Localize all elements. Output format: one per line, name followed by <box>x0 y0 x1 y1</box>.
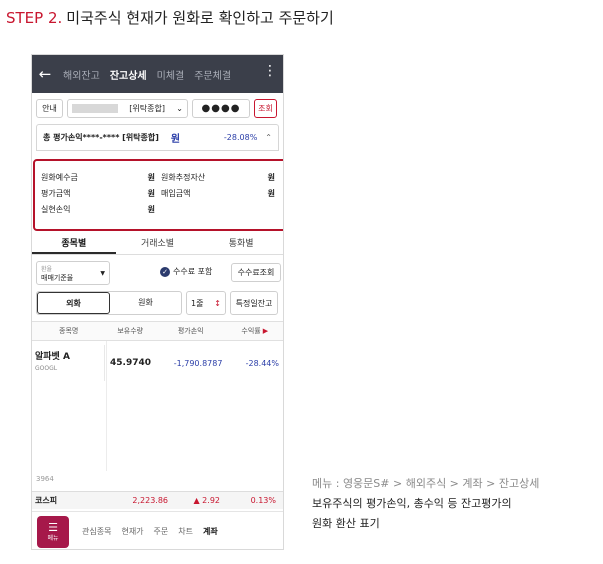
detail-row: 원화예수금 원 원화추정자산 원 <box>41 169 281 185</box>
hamburger-icon: ☰ <box>48 520 58 534</box>
tab-order-fills[interactable]: 주문체결 <box>189 67 236 82</box>
krw-option[interactable]: 원화 <box>110 292 181 314</box>
detail-unit: 원 <box>147 188 155 198</box>
phone-screenshot: ← 해외잔고 잔고상세 미체결 주문체결 ⋮ 안내 [위탁종합] ⌄ ●●●● … <box>31 54 284 550</box>
detail-label: 실현손익 <box>41 204 71 214</box>
account-select[interactable]: [위탁종합] ⌄ <box>67 99 188 118</box>
fee-include-checkbox[interactable]: ✓ 수수료 포함 <box>160 266 212 277</box>
period-select[interactable]: 1줄 ↕ <box>186 291 226 315</box>
masked-account-number <box>72 104 118 113</box>
tab-by-exchange[interactable]: 거래소별 <box>116 233 200 254</box>
view-tabs: 종목별 거래소별 통화별 <box>32 233 283 255</box>
caption-line-2: 원화 환산 표기 <box>312 517 380 530</box>
col-name: 종목명 <box>59 327 79 335</box>
account-toolbar: 안내 [위탁종합] ⌄ ●●●● 조회 <box>32 93 283 118</box>
date-balance-button[interactable]: 특정일잔고 <box>230 291 278 315</box>
col-rate-label: 수익률 <box>241 327 261 335</box>
detail-row: 평가금액 원 매입금액 원 <box>41 185 281 201</box>
detail-row: 실현손익 원 <box>41 201 281 217</box>
caret-down-icon: ▼ <box>100 270 105 277</box>
period-value: 1줄 <box>191 298 204 308</box>
menu-path: 메뉴 : 영웅문S# > 해외주식 > 계좌 > 잔고상세 <box>312 477 540 490</box>
col-pnl: 평가손익 <box>177 327 204 335</box>
step-title-text: 미국주식 현재가 원화로 확인하고 주문하기 <box>66 9 334 27</box>
currency-toggle: 외화 원화 <box>36 291 182 315</box>
tab-by-stock[interactable]: 종목별 <box>32 233 116 254</box>
summary-unit: 원 <box>170 134 181 145</box>
account-type: [위탁종합] <box>129 104 165 113</box>
detail-label: 매입금액 <box>161 188 191 198</box>
fx-caption: 환율 <box>41 266 53 273</box>
detail-unit: 원 <box>267 188 275 198</box>
menu-label: 메뉴 <box>47 534 59 542</box>
tab-overseas-balance[interactable]: 해외잔고 <box>58 67 105 82</box>
step-heading: STEP 2. 미국주식 현재가 원화로 확인하고 주문하기 <box>6 7 334 28</box>
col-qty: 보유수량 <box>117 327 144 335</box>
check-icon: ✓ <box>160 266 170 277</box>
qty-cell: 45.9740 <box>110 358 152 368</box>
nav-chart[interactable]: 차트 <box>173 526 198 537</box>
detail-label: 원화예수금 <box>41 172 78 182</box>
query-button[interactable]: 조회 <box>254 99 277 118</box>
password-field[interactable]: ●●●● <box>192 99 250 118</box>
filter-row: 환율 매매기준율 ▼ ✓ 수수료 포함 수수료조회 <box>36 261 281 287</box>
arrow-left-icon[interactable]: ← <box>32 65 58 83</box>
index-name: 코스피 <box>35 496 58 505</box>
chevron-up-icon[interactable]: ⌃ <box>265 133 272 142</box>
more-vertical-icon[interactable]: ⋮ <box>263 64 277 78</box>
step-label: STEP 2. <box>6 9 63 27</box>
stock-name: 알파벳 A <box>35 352 70 362</box>
bottom-navigation: ☰ 메뉴 관심종목 현재가 주문 차트 계좌 <box>32 511 283 549</box>
krw-detail-highlight: 원화예수금 원 원화추정자산 원 평가금액 원 매입금액 원 실현손익 원 <box>33 159 283 231</box>
menu-button[interactable]: ☰ 메뉴 <box>37 515 69 548</box>
guide-button[interactable]: 안내 <box>36 99 63 118</box>
caret-icon: ↕ <box>214 298 221 308</box>
options-row: 외화 원화 1줄 ↕ 특정일잔고 <box>36 291 281 315</box>
tab-by-currency[interactable]: 통화별 <box>199 233 283 254</box>
fee-label: 수수료 포함 <box>173 267 213 276</box>
index-pct: 0.13% <box>250 496 276 505</box>
index-change: ▲ 2.92 <box>193 496 220 505</box>
tab-unfilled[interactable]: 미체결 <box>152 67 190 82</box>
total-pnl-summary[interactable]: 총 평가손익****-**** [위탁종합] 원 -28.08% ⌃ <box>36 124 279 151</box>
app-header: ← 해외잔고 잔고상세 미체결 주문체결 ⋮ <box>32 55 283 93</box>
rate-cell: -28.44% <box>245 358 279 368</box>
detail-unit: 원 <box>147 204 155 214</box>
tab-balance-detail[interactable]: 잔고상세 <box>105 67 152 82</box>
detail-unit: 원 <box>267 172 275 182</box>
fee-query-button[interactable]: 수수료조회 <box>231 263 281 282</box>
index-value: 2,223.86 <box>132 496 168 505</box>
fx-rate-select[interactable]: 환율 매매기준율 ▼ <box>36 261 110 285</box>
nav-account[interactable]: 계좌 <box>198 526 223 537</box>
partial-value: 3964 <box>36 475 54 483</box>
stock-cell: 알파벳 A GOOGL <box>32 345 106 381</box>
detail-unit: 원 <box>147 172 155 182</box>
nav-order[interactable]: 주문 <box>149 526 174 537</box>
fx-value: 매매기준율 <box>41 274 74 282</box>
play-right-icon[interactable]: ▶ <box>263 327 268 335</box>
chevron-down-icon: ⌄ <box>176 104 183 113</box>
detail-label: 원화추정자산 <box>161 172 206 182</box>
detail-label: 평가금액 <box>41 188 71 198</box>
nav-watchlist[interactable]: 관심종목 <box>77 526 116 537</box>
caption-line-1: 보유주식의 평가손익, 총수익 등 잔고평가의 <box>312 497 512 510</box>
grid-header: 종목명 보유수량 평가손익 수익률 ▶ <box>32 321 283 341</box>
summary-label: 총 평가손익****-**** [위탁종합] <box>43 133 159 142</box>
foreign-currency-option[interactable]: 외화 <box>37 292 110 314</box>
pnl-cell: -1,790.8787 <box>173 358 223 368</box>
col-rate: 수익률 ▶ <box>226 326 283 336</box>
index-ticker-bar[interactable]: 코스피 2,223.86 ▲ 2.92 0.13% <box>32 491 283 509</box>
table-row[interactable]: 알파벳 A GOOGL 45.9740 -1,790.8787 -28.44% <box>32 345 283 381</box>
caption: 메뉴 : 영웅문S# > 해외주식 > 계좌 > 잔고상세 보유주식의 평가손익… <box>312 474 539 534</box>
summary-rate: -28.08% <box>223 133 258 142</box>
stock-ticker: GOOGL <box>35 365 58 372</box>
nav-quote[interactable]: 현재가 <box>116 526 148 537</box>
